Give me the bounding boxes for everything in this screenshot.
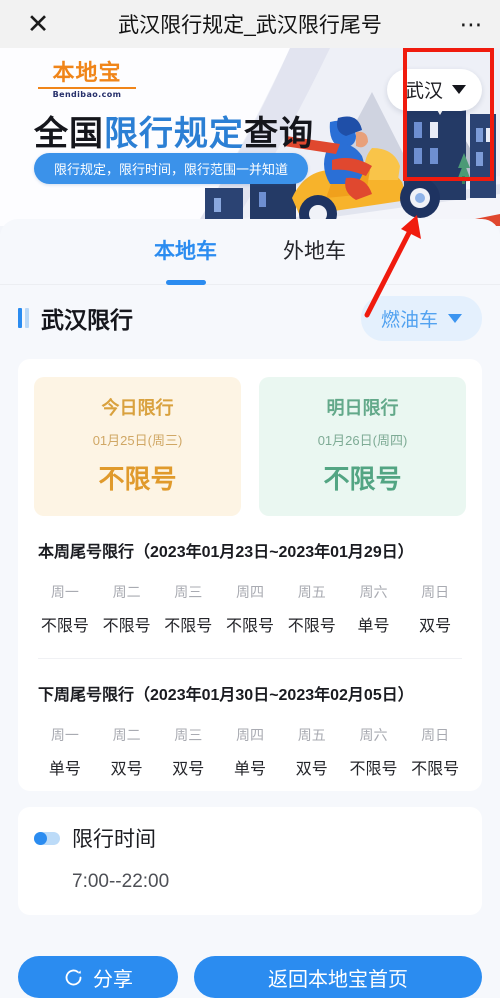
brand-logo-domain: Bendibao.com — [52, 90, 122, 100]
chevron-down-icon — [448, 313, 462, 323]
headline-highlight: 限行规定 — [104, 115, 244, 153]
table-row: 周一 单号 — [34, 725, 96, 779]
share-button[interactable]: 分享 — [18, 956, 178, 998]
app-screen: ✕ 武汉限行规定_武汉限行尾号 ⋯ 本地宝 Bendibao.com 全国限行规… — [0, 0, 500, 998]
city-selector-label: 武汉 — [404, 81, 443, 102]
restriction-card: 今日限行 01月25日(周三) 不限号 明日限行 01月26日(周四) 不限号 … — [18, 359, 482, 791]
next-week-block: 下周尾号限行（2023年01月30日~2023年02月05日） 周一单号 周二双… — [34, 659, 466, 779]
share-button-label: 分享 — [93, 968, 133, 991]
chevron-down-icon — [452, 85, 466, 94]
hero-banner: 本地宝 Bendibao.com 全国限行规定查询 限行规定，限行时间，限行范围… — [0, 48, 500, 226]
weekday-value: 不限号 — [40, 618, 89, 635]
refresh-circle-icon — [65, 969, 82, 985]
banner-subtitle-pill: 限行规定，限行时间，限行范围一并知道 — [34, 153, 309, 184]
table-row: 周日 不限号 — [404, 725, 466, 779]
today-value: 不限号 — [98, 464, 177, 494]
page-title: 武汉限行规定_武汉限行尾号 — [118, 14, 382, 37]
return-home-label: 返回本地宝首页 — [268, 968, 408, 991]
weekday-label: 周日 — [421, 727, 450, 743]
content-sheet: 本地车 外地车 武汉限行 燃油车 今日限行 01月25日(周三) 不限号 明日限… — [0, 219, 500, 998]
section-title: 武汉限行 — [41, 307, 133, 333]
weekday-label: 周六 — [359, 727, 388, 743]
browser-topbar: ✕ 武汉限行规定_武汉限行尾号 ⋯ — [0, 0, 500, 48]
fuel-type-selector[interactable]: 燃油车 — [360, 295, 482, 341]
fuel-type-label: 燃油车 — [380, 309, 438, 331]
today-date: 01月25日(周三) — [92, 433, 183, 448]
banner-headline: 全国限行规定查询 — [34, 106, 314, 155]
weekday-label: 周日 — [421, 584, 450, 600]
city-selector[interactable]: 武汉 — [386, 69, 482, 111]
weekday-value: 双号 — [172, 761, 205, 778]
headline-prefix: 全国 — [34, 115, 104, 153]
table-row: 周三 不限号 — [157, 582, 219, 636]
table-row: 周二 双号 — [96, 725, 158, 779]
brand-logo-cn: 本地宝 — [52, 61, 122, 86]
table-row: 周二 不限号 — [96, 582, 158, 636]
tab-local-vehicle[interactable]: 本地车 — [154, 235, 217, 268]
weekday-label: 周二 — [112, 727, 141, 743]
weekday-value: 不限号 — [349, 761, 398, 778]
table-row: 周三 双号 — [157, 725, 219, 779]
weekday-value: 不限号 — [164, 618, 213, 635]
section-header: 武汉限行 燃油车 — [0, 285, 500, 351]
table-row: 周六 不限号 — [343, 725, 405, 779]
today-label: 今日限行 — [101, 398, 174, 418]
weekday-label: 周五 — [297, 727, 326, 743]
more-options-icon[interactable]: ⋯ — [444, 0, 500, 48]
tomorrow-restriction-card[interactable]: 明日限行 01月26日(周四) 不限号 — [259, 377, 466, 516]
vehicle-origin-tabs: 本地车 外地车 — [0, 219, 500, 285]
restriction-time-header: 限行时间 — [34, 823, 466, 853]
next-week-grid: 周一单号 周二双号 周三双号 周四单号 周五双号 周六不限号 周日不限号 — [34, 725, 466, 779]
weekday-value: 单号 — [48, 761, 81, 778]
headline-suffix: 查询 — [244, 115, 314, 153]
weekday-label: 周五 — [297, 584, 326, 600]
weekday-value: 双号 — [110, 761, 143, 778]
next-week-title: 下周尾号限行（2023年01月30日~2023年02月05日） — [38, 687, 414, 704]
tomorrow-value: 不限号 — [323, 464, 402, 494]
table-row: 周六 单号 — [343, 582, 405, 636]
table-row: 周一 不限号 — [34, 582, 96, 636]
logo-divider — [38, 87, 136, 90]
tomorrow-label: 明日限行 — [326, 398, 399, 418]
weekday-value: 单号 — [357, 618, 390, 635]
weekday-value: 不限号 — [102, 618, 151, 635]
restriction-time-value: 7:00--22:00 — [72, 871, 170, 892]
return-home-button[interactable]: 返回本地宝首页 — [194, 956, 482, 998]
weekday-value: 不限号 — [226, 618, 275, 635]
double-bar-icon — [18, 308, 29, 328]
weekday-value: 双号 — [419, 618, 452, 635]
tomorrow-date: 01月26日(周四) — [317, 433, 408, 448]
weekday-label: 周四 — [236, 584, 265, 600]
weekday-value: 单号 — [234, 761, 267, 778]
today-restriction-card[interactable]: 今日限行 01月25日(周三) 不限号 — [34, 377, 241, 516]
close-icon[interactable]: ✕ — [14, 0, 62, 48]
table-row: 周四 单号 — [219, 725, 281, 779]
tab-nonlocal-vehicle[interactable]: 外地车 — [283, 235, 346, 268]
table-row: 周五 双号 — [281, 725, 343, 779]
weekday-label: 周六 — [359, 584, 388, 600]
weekday-label: 周一 — [50, 727, 79, 743]
weekday-label: 周三 — [174, 584, 203, 600]
this-week-grid: 周一不限号 周二不限号 周三不限号 周四不限号 周五不限号 周六单号 周日双号 — [34, 582, 466, 636]
dot-toggle-icon — [34, 831, 60, 845]
weekday-label: 周一 — [50, 584, 79, 600]
weekday-value: 双号 — [295, 761, 328, 778]
weekday-value: 不限号 — [287, 618, 336, 635]
brand-logo: 本地宝 Bendibao.com — [38, 61, 136, 100]
weekday-label: 周二 — [112, 584, 141, 600]
weekday-label: 周三 — [174, 727, 203, 743]
table-row: 周四 不限号 — [219, 582, 281, 636]
this-week-title: 本周尾号限行（2023年01月23日~2023年01月29日） — [38, 544, 414, 561]
table-row: 周五 不限号 — [281, 582, 343, 636]
weekday-value: 不限号 — [411, 761, 460, 778]
day-restriction-cards: 今日限行 01月25日(周三) 不限号 明日限行 01月26日(周四) 不限号 — [34, 377, 466, 516]
bottom-action-bar: 分享 返回本地宝首页 — [0, 956, 500, 998]
table-row: 周日 双号 — [404, 582, 466, 636]
this-week-block: 本周尾号限行（2023年01月23日~2023年01月29日） 周一不限号 周二… — [34, 516, 466, 659]
restriction-time-label: 限行时间 — [72, 828, 156, 851]
restriction-time-card: 限行时间 7:00--22:00 — [18, 807, 482, 915]
weekday-label: 周四 — [236, 727, 265, 743]
